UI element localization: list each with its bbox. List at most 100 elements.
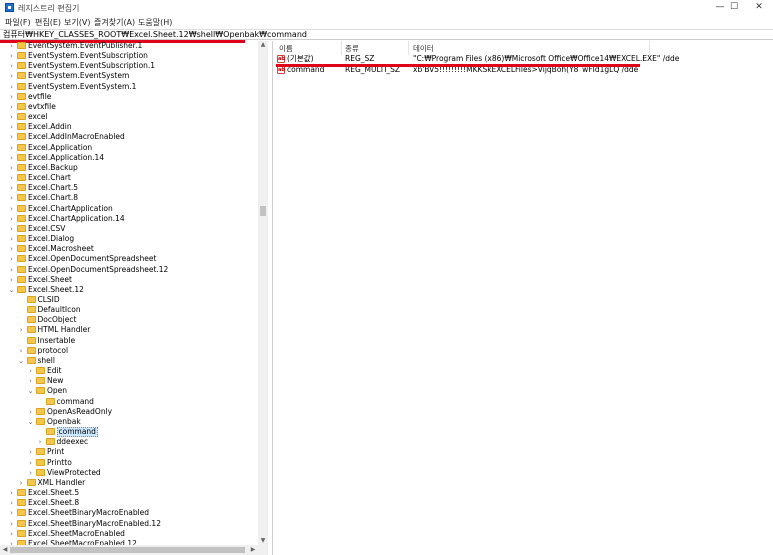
tree-item-label: evtxfile	[28, 101, 56, 111]
expand-chevron-icon[interactable]: ›	[8, 143, 15, 153]
column-separator[interactable]	[341, 41, 342, 55]
tree-scroll-thumb[interactable]	[260, 206, 266, 216]
expand-chevron-icon[interactable]: ›	[8, 122, 15, 132]
folder-icon	[26, 296, 36, 303]
tree-item-label: Excel.Dialog	[28, 234, 75, 244]
expand-chevron-icon[interactable]: ›	[8, 244, 15, 254]
column-data-header[interactable]: 데이터	[413, 43, 434, 54]
expand-chevron-icon[interactable]: ›	[8, 173, 15, 183]
folder-icon	[17, 499, 26, 507]
expand-chevron-icon[interactable]: ›	[8, 214, 15, 224]
expand-chevron-icon[interactable]: ⌄	[27, 417, 34, 427]
menu-favorites[interactable]: 즐겨찾기(A)	[94, 17, 135, 28]
expand-chevron-icon[interactable]	[18, 336, 25, 346]
folder-icon	[17, 235, 26, 243]
expand-chevron-icon[interactable]: ›	[8, 224, 15, 234]
expand-chevron-icon[interactable]: ›	[8, 132, 15, 142]
scroll-right-arrow-icon[interactable]: ▶	[248, 546, 258, 554]
expand-chevron-icon[interactable]: ›	[8, 153, 15, 163]
value-highlight-mark	[276, 64, 640, 67]
menu-edit[interactable]: 편집(E)	[35, 17, 61, 28]
expand-chevron-icon[interactable]: ›	[8, 254, 15, 264]
expand-chevron-icon[interactable]: ›	[8, 92, 15, 102]
tree-item-label: HTML Handler	[37, 325, 91, 335]
string-value-icon: ab	[277, 55, 285, 63]
folder-icon	[17, 509, 26, 517]
value-data: "C:₩Program Files (x86)₩Microsoft Office…	[413, 54, 680, 63]
expand-chevron-icon[interactable]: ›	[27, 468, 34, 478]
expand-chevron-icon[interactable]: ›	[27, 407, 34, 417]
expand-chevron-icon[interactable]: ›	[27, 366, 34, 376]
expand-chevron-icon[interactable]: ›	[18, 478, 25, 488]
registry-tree[interactable]: › EventSystem.EventPublisher.1 › EventSyste…	[0, 41, 268, 555]
folder-icon	[17, 194, 26, 202]
value-row[interactable]: ab (기본값) REG_SZ "C:₩Program Files (x86)₩…	[273, 54, 771, 64]
tree-item-label: Print	[47, 447, 65, 457]
expand-chevron-icon[interactable]: ›	[8, 163, 15, 173]
address-path[interactable]: 컴퓨터₩HKEY_CLASSES_ROOT₩Excel.Sheet.12₩she…	[3, 30, 307, 40]
expand-chevron-icon[interactable]: ⌄	[18, 356, 25, 366]
expand-chevron-icon[interactable]: ›	[8, 183, 15, 193]
expand-chevron-icon[interactable]: ›	[8, 112, 15, 122]
expand-chevron-icon[interactable]: ›	[8, 529, 15, 539]
expand-chevron-icon[interactable]: ›	[27, 376, 34, 386]
expand-chevron-icon[interactable]: ›	[8, 71, 15, 81]
tree-item-label: Printto	[47, 457, 72, 467]
expand-chevron-icon[interactable]: ⌄	[27, 386, 34, 396]
expand-chevron-icon[interactable]: ›	[8, 498, 15, 508]
close-button[interactable]: ✕	[745, 0, 773, 15]
folder-icon	[26, 346, 36, 354]
tree-item-label: EventSystem.EventPublisher.1	[28, 41, 143, 50]
expand-chevron-icon[interactable]: ›	[8, 41, 15, 51]
expand-chevron-icon[interactable]: ›	[8, 488, 15, 498]
folder-icon	[45, 428, 55, 436]
expand-chevron-icon[interactable]: ⌄	[8, 285, 15, 295]
expand-chevron-icon[interactable]: ›	[8, 508, 15, 518]
value-name: (기본값)	[287, 54, 314, 63]
menu-view[interactable]: 보기(V)	[64, 17, 90, 28]
expand-chevron-icon[interactable]	[37, 397, 44, 407]
tree-item-label: EventSystem.EventSubscription.1	[28, 61, 156, 71]
tree-item-label: Excel.AddInMacroEnabled	[28, 132, 125, 142]
tree-horizontal-scrollbar[interactable]: ◀ ▶	[0, 545, 268, 555]
expand-chevron-icon[interactable]: ›	[8, 82, 15, 92]
expand-chevron-icon[interactable]	[18, 315, 25, 325]
expand-chevron-icon[interactable]: ›	[8, 265, 15, 275]
expand-chevron-icon[interactable]: ›	[8, 193, 15, 203]
folder-icon	[17, 265, 26, 273]
expand-chevron-icon[interactable]: ›	[8, 51, 15, 61]
expand-chevron-icon[interactable]: ›	[18, 325, 25, 335]
string-value-icon: ab	[277, 66, 285, 74]
expand-chevron-icon[interactable]: ›	[8, 234, 15, 244]
menu-file[interactable]: 파일(F)	[5, 17, 31, 28]
expand-chevron-icon[interactable]: ›	[18, 346, 25, 356]
expand-chevron-icon[interactable]: ›	[27, 458, 34, 468]
expand-chevron-icon[interactable]: ›	[8, 204, 15, 214]
scroll-down-arrow-icon[interactable]: ▼	[258, 537, 268, 545]
tree-item-label: CLSID	[37, 295, 60, 304]
menu-help[interactable]: 도움말(H)	[138, 17, 172, 28]
address-bar[interactable]: 컴퓨터₩HKEY_CLASSES_ROOT₩Excel.Sheet.12₩she…	[0, 29, 773, 40]
expand-chevron-icon[interactable]	[18, 305, 25, 315]
tree-item-label: Excel.SheetBinaryMacroEnabled	[28, 508, 150, 518]
tree-hscroll-thumb[interactable]	[10, 547, 245, 553]
scroll-up-arrow-icon[interactable]: ▲	[258, 41, 268, 49]
expand-chevron-icon[interactable]: ›	[27, 447, 34, 457]
scroll-left-arrow-icon[interactable]: ◀	[0, 546, 10, 554]
expand-chevron-icon[interactable]: ›	[8, 61, 15, 71]
expand-chevron-icon[interactable]	[37, 427, 44, 437]
expand-chevron-icon[interactable]: ›	[8, 519, 15, 529]
tree-vertical-scrollbar[interactable]: ▲ ▼	[258, 41, 268, 545]
expand-chevron-icon[interactable]: ›	[8, 102, 15, 112]
maximize-button[interactable]: ☐	[720, 0, 748, 15]
expand-chevron-icon[interactable]: ›	[37, 437, 44, 447]
folder-icon	[17, 245, 26, 253]
value-list[interactable]: 이름 종류 데이터 ab (기본값) REG_SZ "C:₩Program Fi…	[272, 41, 773, 555]
expand-chevron-icon[interactable]	[18, 295, 25, 305]
expand-chevron-icon[interactable]: ›	[8, 275, 15, 285]
column-separator[interactable]	[649, 41, 650, 55]
folder-icon	[45, 438, 55, 446]
column-name-header[interactable]: 이름	[279, 43, 293, 54]
column-separator[interactable]	[408, 41, 409, 55]
column-type-header[interactable]: 종류	[345, 43, 359, 54]
